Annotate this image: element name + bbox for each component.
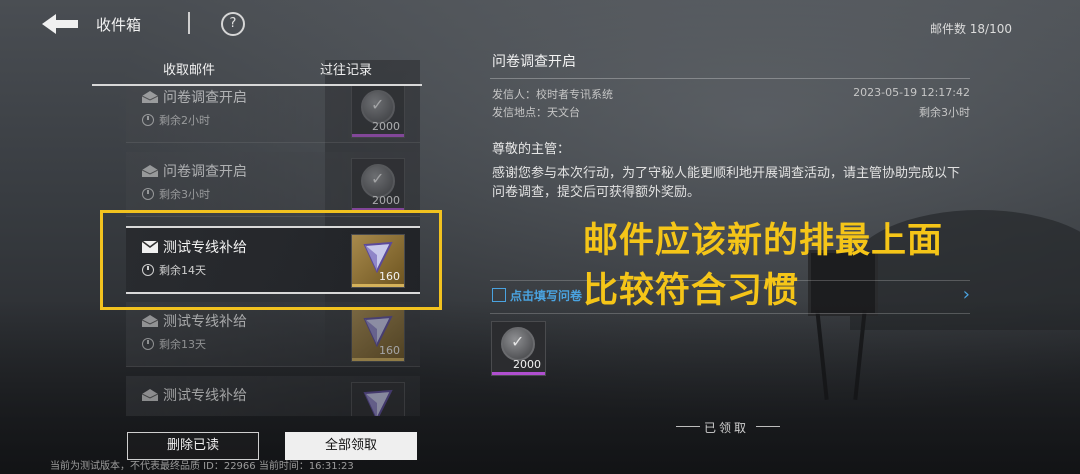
annotation-line-1: 邮件应该新的排最上面 bbox=[583, 221, 944, 261]
mail-count: 邮件数 18/100 bbox=[929, 22, 1012, 36]
coin-icon bbox=[361, 164, 395, 198]
rarity-bar bbox=[492, 372, 545, 375]
sent-date: 2023-05-19 12:17:42 bbox=[853, 86, 970, 99]
sender: 发信人：校时者专讯系统 bbox=[492, 88, 613, 101]
crystal-icon bbox=[363, 315, 393, 347]
mail-title: 问卷调查开启 bbox=[163, 164, 247, 180]
claim-all-button[interactable]: 全部领取 bbox=[285, 432, 417, 460]
mail-salutation: 尊敬的主管： bbox=[492, 142, 571, 157]
mail-body: 感谢您参与本次行动，为了守秘人能更顺利地开展调查活动，请主管协助完成以下问卷调查… bbox=[492, 166, 961, 200]
claimed-line-left bbox=[676, 426, 700, 427]
background-sign-leg bbox=[815, 310, 829, 400]
claimed-line-right bbox=[756, 426, 780, 427]
rarity-bar bbox=[352, 134, 404, 137]
back-button[interactable] bbox=[40, 10, 80, 38]
detail-divider bbox=[490, 78, 970, 79]
attachment-quantity: 2000 bbox=[513, 358, 541, 371]
claimed-status: 已领取 bbox=[704, 421, 750, 435]
help-button[interactable]: ? bbox=[221, 12, 245, 36]
mail-item[interactable]: 问卷调查开启 剩余3小时 2000 bbox=[126, 152, 420, 217]
mail-reward: 2000 bbox=[351, 158, 405, 212]
clock-icon bbox=[142, 338, 154, 350]
detail-remaining-time: 剩余3小时 bbox=[919, 106, 970, 119]
survey-link-label: 点击填写问卷 bbox=[510, 289, 583, 303]
highlight-box bbox=[100, 210, 442, 310]
tab-receive-mail[interactable]: 收取邮件 bbox=[163, 59, 215, 78]
delete-read-button[interactable]: 删除已读 bbox=[127, 432, 259, 460]
version-note: 当前为测试版本，不代表最终品质 ID：22966 当前时间：16:31:23 bbox=[50, 461, 354, 472]
annotation-line-2: 比较符合习惯 bbox=[583, 271, 800, 311]
coin-icon bbox=[501, 327, 535, 361]
clock-icon bbox=[142, 188, 154, 200]
chevron-right-icon: › bbox=[962, 284, 970, 305]
page-title: 收件箱 bbox=[96, 16, 142, 34]
mail-detail-title: 问卷调查开启 bbox=[492, 54, 576, 70]
top-bar: 收件箱 ? 邮件数 18/100 bbox=[0, 0, 1080, 46]
clock-icon bbox=[142, 114, 154, 126]
crystal-icon bbox=[363, 389, 393, 416]
send-location: 发信地点：天文台 bbox=[492, 106, 580, 119]
mail-opened-icon bbox=[142, 91, 158, 103]
mail-item[interactable]: 测试专线补给 剩余13天 160 bbox=[126, 302, 420, 367]
mail-reward: 160 bbox=[351, 308, 405, 362]
reward-quantity: 160 bbox=[379, 344, 400, 357]
mail-item[interactable]: 问卷调查开启 剩余2小时 2000 bbox=[126, 86, 420, 143]
mail-remaining-time: 剩余2小时 bbox=[159, 114, 210, 127]
coin-icon bbox=[361, 90, 395, 124]
mail-item[interactable]: 测试专线补给 bbox=[126, 376, 420, 416]
mail-title: 问卷调查开启 bbox=[163, 90, 247, 106]
mail-title: 测试专线补给 bbox=[163, 388, 247, 404]
attachment-item[interactable]: 2000 bbox=[491, 321, 546, 376]
mail-remaining-time: 剩余3小时 bbox=[159, 188, 210, 201]
mail-title: 测试专线补给 bbox=[163, 314, 247, 330]
reward-quantity: 2000 bbox=[372, 194, 400, 207]
mail-opened-icon bbox=[142, 315, 158, 327]
title-divider bbox=[188, 12, 190, 34]
mail-remaining-time: 剩余13天 bbox=[159, 338, 206, 351]
back-arrow-icon bbox=[42, 14, 78, 34]
mail-reward bbox=[351, 382, 405, 416]
mail-reward: 2000 bbox=[351, 86, 405, 138]
background-sign-leg bbox=[853, 310, 867, 400]
reward-quantity: 2000 bbox=[372, 120, 400, 133]
mail-opened-icon bbox=[142, 165, 158, 177]
mail-opened-icon bbox=[142, 389, 158, 401]
edit-icon bbox=[492, 288, 506, 302]
tab-history[interactable]: 过往记录 bbox=[320, 59, 372, 78]
rarity-bar bbox=[352, 358, 404, 361]
